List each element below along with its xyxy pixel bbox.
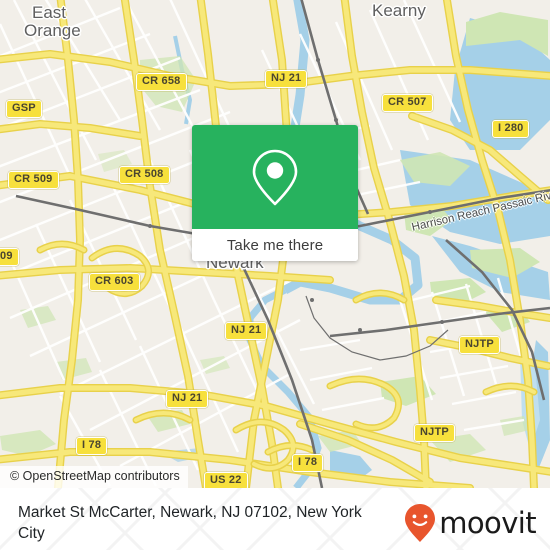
place-label-kearny: Kearny [372,1,426,20]
take-me-there-card[interactable]: Take me there [192,125,358,261]
shield-cr-658[interactable]: CR 658 [136,73,187,91]
moovit-pin-smile-icon [405,504,436,542]
shield-cr-603[interactable]: CR 603 [89,273,140,291]
take-me-there-label[interactable]: Take me there [192,229,358,261]
shield-nj-21-south[interactable]: NJ 21 [166,390,209,408]
screenshot-root: East Orange Kearny Newark Harrison Reach… [0,0,550,550]
shield-i-78-east[interactable]: I 78 [292,454,324,472]
shield-i-78-west[interactable]: I 78 [76,437,108,455]
shield-cr-509[interactable]: CR 509 [8,171,59,189]
shield-i-280[interactable]: I 280 [492,120,530,138]
shield-njtp-upper[interactable]: NJTP [459,336,500,354]
moovit-wordmark: moovit [439,505,536,540]
moovit-logo[interactable]: moovit [404,503,537,543]
shield-cr-507[interactable]: CR 507 [382,94,433,112]
card-pin-area [192,125,358,229]
shield-njtp-lower[interactable]: NJTP [414,424,455,442]
place-label-east: East [32,3,67,22]
place-label-orange: Orange [24,21,81,40]
location-title: Market St McCarter, Newark, NJ 07102, Ne… [18,504,362,542]
shield-nj-21-north[interactable]: NJ 21 [265,70,308,88]
shield-us-22[interactable]: US 22 [204,472,248,488]
footer-bar: Market St McCarter, Newark, NJ 07102, Ne… [0,488,550,550]
map-attribution[interactable]: © OpenStreetMap contributors [0,466,188,488]
shield-gsp[interactable]: GSP [6,100,42,118]
shield-cr-509-partial[interactable]: 09 [0,248,19,266]
shield-nj-21-center[interactable]: NJ 21 [225,322,268,340]
map-pin-icon [252,149,298,206]
shield-cr-508[interactable]: CR 508 [119,166,170,184]
